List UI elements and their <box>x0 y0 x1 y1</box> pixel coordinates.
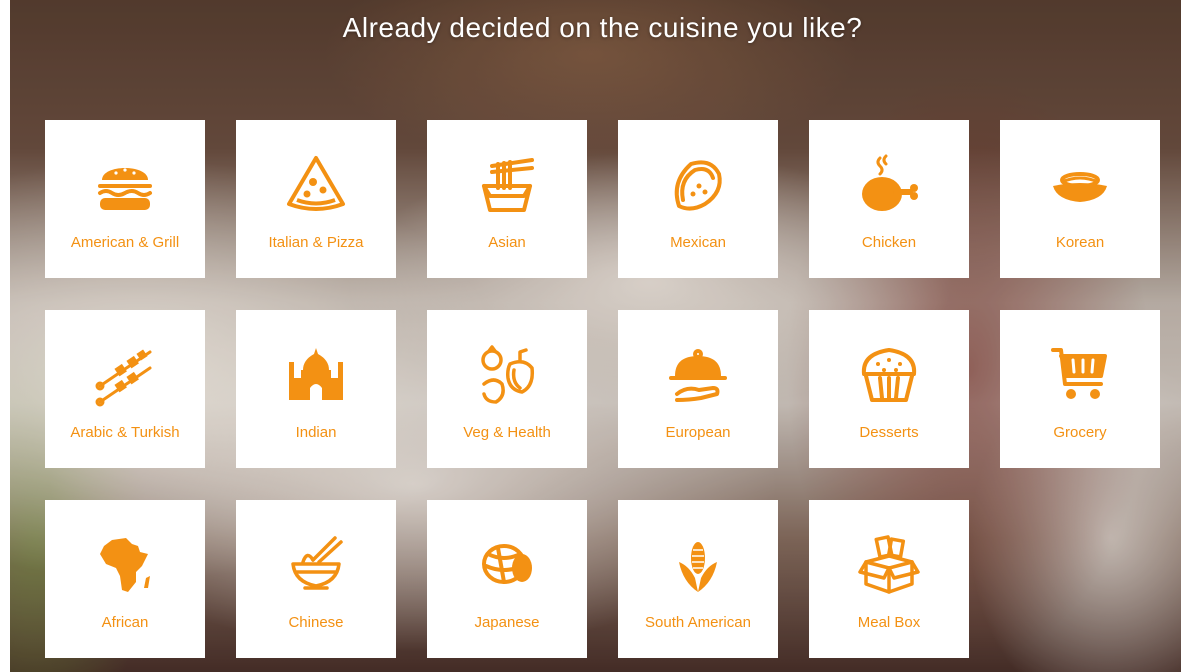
cuisine-label: Meal Box <box>857 614 921 631</box>
africa-map-icon <box>92 532 158 598</box>
box-icon <box>856 532 922 598</box>
page-title: Already decided on the cuisine you like? <box>342 12 863 43</box>
cuisine-label: Indian <box>295 424 337 441</box>
shopping-cart-icon <box>1047 342 1113 408</box>
cuisine-tile-south-american[interactable]: South American <box>618 500 778 658</box>
cuisine-tile-african[interactable]: African <box>45 500 205 658</box>
chicken-icon <box>856 152 922 218</box>
cuisine-tile-veg-health[interactable]: Veg & Health <box>427 310 587 468</box>
cuisine-tile-grocery[interactable]: Grocery <box>1000 310 1160 468</box>
cuisine-label: South American <box>645 614 751 631</box>
cuisine-label: Korean <box>1055 234 1105 251</box>
cuisine-tile-arabic-turkish[interactable]: Arabic & Turkish <box>45 310 205 468</box>
noodle-bowl-chopsticks-icon <box>283 532 349 598</box>
kebab-skewer-icon <box>92 342 158 408</box>
pizza-icon <box>283 152 349 218</box>
taco-icon <box>665 152 731 218</box>
cuisine-label: Asian <box>488 234 526 251</box>
corn-icon <box>665 532 731 598</box>
cuisine-tile-mexican[interactable]: Mexican <box>618 120 778 278</box>
korean-bowl-icon <box>1047 152 1113 218</box>
vegetables-icon <box>474 342 540 408</box>
cuisine-label: Arabic & Turkish <box>70 424 180 441</box>
cuisine-tile-chinese[interactable]: Chinese <box>236 500 396 658</box>
sushi-icon <box>474 532 540 598</box>
cuisine-tile-italian-pizza[interactable]: Italian & Pizza <box>236 120 396 278</box>
page-edge <box>0 0 10 672</box>
cuisine-label: Chicken <box>861 234 917 251</box>
cuisine-tile-european[interactable]: European <box>618 310 778 468</box>
cuisine-tile-chicken[interactable]: Chicken <box>809 120 969 278</box>
cuisine-label: Grocery <box>1053 424 1107 441</box>
cuisine-label: European <box>665 424 731 441</box>
burger-icon <box>92 152 158 218</box>
taj-mahal-icon <box>283 342 349 408</box>
cuisine-label: American & Grill <box>70 234 180 251</box>
cloche-icon <box>665 342 731 408</box>
cuisine-tile-american-grill[interactable]: American & Grill <box>45 120 205 278</box>
cuisine-label: Veg & Health <box>463 424 551 441</box>
cuisine-label: Mexican <box>670 234 726 251</box>
cuisine-label: Italian & Pizza <box>268 234 364 251</box>
noodle-box-icon <box>474 152 540 218</box>
cuisine-tile-indian[interactable]: Indian <box>236 310 396 468</box>
muffin-icon <box>856 342 922 408</box>
cuisine-tile-korean[interactable]: Korean <box>1000 120 1160 278</box>
cuisine-tile-asian[interactable]: Asian <box>427 120 587 278</box>
cuisine-tile-desserts[interactable]: Desserts <box>809 310 969 468</box>
cuisine-tile-meal-box[interactable]: Meal Box <box>809 500 969 658</box>
cuisine-grid: American & Grill Italian & Pizza Asian M… <box>45 120 1160 658</box>
cuisine-label: Japanese <box>474 614 540 631</box>
cuisine-label: African <box>101 614 149 631</box>
cuisine-label: Desserts <box>859 424 919 441</box>
cuisine-tile-japanese[interactable]: Japanese <box>427 500 587 658</box>
cuisine-label: Chinese <box>288 614 344 631</box>
